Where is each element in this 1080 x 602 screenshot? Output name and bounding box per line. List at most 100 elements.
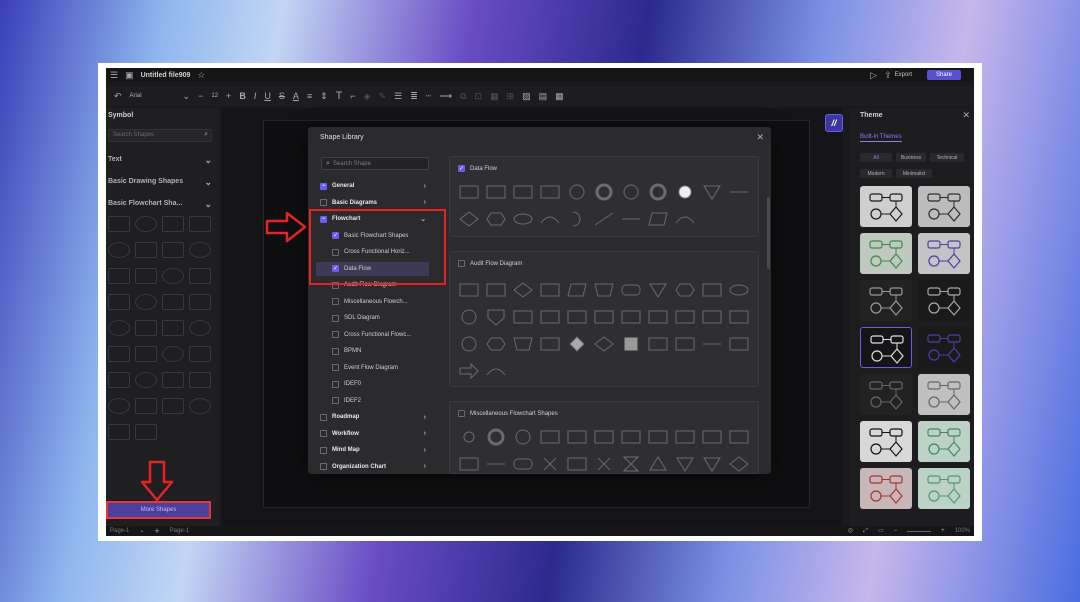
tab-built-in-themes[interactable]: Built-in Themes (860, 134, 902, 142)
book-icon[interactable]: ▭ (878, 528, 884, 534)
library-shape[interactable] (513, 213, 533, 225)
library-shape[interactable] (543, 457, 557, 471)
text-tool-button[interactable]: T (336, 90, 343, 102)
shape-thumbnail[interactable] (108, 320, 130, 336)
theme-thumbnail[interactable] (918, 468, 970, 509)
shape-thumbnail[interactable] (162, 372, 184, 388)
zoom-out-icon[interactable]: − (894, 528, 898, 534)
checkbox[interactable] (332, 347, 339, 355)
library-shape[interactable] (567, 283, 587, 297)
library-shape[interactable] (459, 185, 479, 199)
theme-thumbnail[interactable] (918, 280, 970, 321)
library-shape[interactable] (594, 430, 614, 444)
library-shape[interactable] (623, 184, 639, 200)
library-shape[interactable] (459, 362, 479, 380)
library-shape[interactable] (702, 430, 722, 444)
library-shape[interactable] (569, 336, 585, 352)
tree-item[interactable]: Organization Chart › (308, 460, 448, 474)
library-shape[interactable] (594, 336, 614, 352)
zoom-slider[interactable] (907, 530, 932, 532)
theme-thumbnail[interactable] (860, 374, 912, 415)
font-size-field[interactable]: 12 (211, 93, 218, 99)
library-shape[interactable] (702, 310, 722, 324)
chevron-right-icon[interactable]: › (424, 183, 426, 190)
tree-item[interactable]: Roadmap › (308, 410, 448, 424)
library-shape[interactable] (513, 282, 533, 298)
library-shape[interactable] (675, 283, 695, 297)
shape-thumbnail[interactable] (189, 346, 211, 362)
library-shape[interactable] (540, 216, 560, 224)
tree-item[interactable]: Mind Map › (308, 443, 448, 457)
library-shape[interactable] (515, 429, 531, 445)
library-shape[interactable] (595, 183, 613, 201)
library-shape[interactable] (567, 457, 587, 471)
shape-thumbnail[interactable] (135, 398, 157, 414)
chevron-right-icon[interactable]: › (424, 430, 426, 437)
italic-button[interactable]: I (254, 91, 257, 101)
shape-thumbnail[interactable] (162, 398, 184, 414)
library-shape[interactable] (648, 310, 668, 324)
library-shape[interactable] (648, 212, 668, 226)
library-shape[interactable] (649, 283, 667, 298)
play-icon[interactable]: ▷ (870, 70, 877, 80)
lock-icon[interactable]: ⊡ (475, 91, 483, 101)
library-shape[interactable] (513, 458, 533, 470)
library-shape[interactable] (540, 310, 560, 324)
library-shape[interactable] (487, 428, 505, 446)
checkbox[interactable] (320, 413, 327, 421)
plus-icon[interactable]: + (226, 91, 231, 101)
library-shape[interactable] (567, 310, 587, 324)
library-shape[interactable] (461, 336, 477, 352)
checkbox[interactable] (332, 331, 339, 338)
theme-thumbnail[interactable] (860, 233, 912, 274)
checkbox[interactable] (332, 364, 339, 371)
library-shape[interactable] (572, 211, 581, 227)
shape-thumbnail[interactable] (135, 268, 157, 284)
shape-thumbnail[interactable] (189, 242, 211, 258)
tree-item[interactable]: IDEF2 (308, 394, 448, 408)
library-shape[interactable] (463, 431, 475, 443)
shape-thumbnail[interactable] (162, 346, 184, 362)
tree-item[interactable]: Cross Functional Flowc... (308, 328, 448, 342)
shape-thumbnail[interactable] (135, 346, 157, 362)
shape-thumbnail[interactable] (189, 398, 211, 414)
underline-button[interactable]: U (264, 91, 271, 101)
checkbox[interactable] (320, 446, 327, 454)
shape-thumbnail[interactable] (162, 268, 184, 284)
filter-minimalist[interactable]: Minimalist (896, 169, 932, 178)
fullscreen-icon[interactable]: ⤢ (863, 528, 868, 534)
section-basic-drawing[interactable]: Basic Drawing Shapes ⌄ (108, 178, 212, 187)
library-shape[interactable] (540, 430, 560, 444)
shape-thumbnail[interactable] (162, 216, 184, 232)
checkbox[interactable] (332, 298, 339, 305)
font-select[interactable]: Arial (130, 93, 175, 99)
library-shape[interactable] (513, 337, 533, 351)
theme-thumbnail[interactable] (918, 327, 970, 368)
checkbox[interactable] (332, 380, 339, 388)
library-shape[interactable] (594, 283, 614, 297)
strikethrough-icon[interactable]: S (279, 91, 285, 101)
library-shape[interactable] (459, 211, 479, 227)
menu-icon[interactable]: ☰ (110, 70, 118, 80)
library-shape[interactable] (459, 283, 479, 297)
checkbox[interactable] (332, 314, 339, 322)
library-shape[interactable] (703, 185, 721, 200)
export-button[interactable]: ⇪ Export (884, 70, 912, 80)
chevron-right-icon[interactable]: › (424, 463, 426, 470)
share-button[interactable]: Share (926, 70, 961, 80)
library-shape[interactable] (486, 212, 506, 226)
shape-thumbnail[interactable] (135, 372, 157, 388)
layout-icon[interactable]: ▦ (490, 91, 499, 101)
pen-icon[interactable]: ✎ (379, 91, 387, 101)
shape-thumbnail[interactable] (108, 242, 130, 258)
tree-item[interactable]: Basic Diagrams › (308, 196, 448, 210)
zoom-in-icon[interactable]: + (941, 528, 945, 534)
library-shape[interactable] (569, 184, 585, 200)
chevron-down-icon[interactable]: ⌄ (183, 91, 191, 101)
theme-thumbnail[interactable] (860, 186, 912, 227)
shape-library-search-input[interactable]: ⌕ Search Shape (321, 157, 429, 170)
star-icon[interactable]: ☆ (197, 70, 205, 80)
tree-item[interactable]: Workflow › (308, 427, 448, 441)
shape-thumbnail[interactable] (108, 346, 130, 362)
shape-thumbnail[interactable] (108, 372, 130, 388)
